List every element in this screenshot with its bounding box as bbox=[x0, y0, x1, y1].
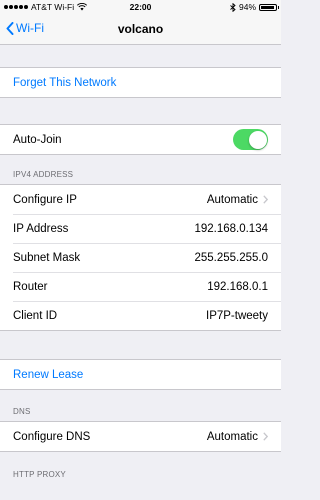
client-id-row: Client ID IP7P-tweety bbox=[0, 301, 281, 330]
status-bar: AT&T Wi-Fi 22:00 94% bbox=[0, 0, 281, 14]
dns-section-header: DNS bbox=[13, 407, 31, 416]
toggle-knob bbox=[248, 130, 267, 149]
forget-network-button[interactable]: Forget This Network bbox=[0, 68, 281, 97]
autojoin-group: Auto-Join bbox=[0, 124, 281, 155]
renew-lease-button[interactable]: Renew Lease bbox=[0, 360, 281, 389]
subnet-mask-value: 255.255.255.0 bbox=[194, 251, 268, 264]
configure-ip-value: Automatic bbox=[206, 193, 258, 206]
chevron-right-icon bbox=[263, 195, 268, 204]
battery-icon bbox=[259, 3, 279, 11]
forget-group: Forget This Network bbox=[0, 67, 281, 98]
renew-group: Renew Lease bbox=[0, 359, 281, 390]
dns-group: Configure DNS Automatic bbox=[0, 421, 281, 452]
page-title: volcano bbox=[117, 22, 164, 36]
battery-fill bbox=[261, 5, 275, 9]
router-label: Router bbox=[13, 280, 48, 293]
configure-ip-value-wrap: Automatic bbox=[207, 194, 268, 206]
configure-dns-label: Configure DNS bbox=[13, 430, 91, 443]
router-value: 192.168.0.1 bbox=[207, 280, 268, 293]
configure-dns-row[interactable]: Configure DNS Automatic bbox=[0, 422, 281, 451]
battery-percent: 94% bbox=[238, 2, 256, 12]
configure-dns-value-wrap: Automatic bbox=[207, 431, 268, 443]
ip-address-label: IP Address bbox=[13, 222, 69, 235]
chevron-right-icon bbox=[263, 432, 268, 441]
autojoin-row: Auto-Join bbox=[0, 125, 281, 154]
ip-address-value: 192.168.0.134 bbox=[194, 222, 268, 235]
configure-ip-label: Configure IP bbox=[13, 193, 77, 206]
autojoin-toggle[interactable] bbox=[233, 129, 268, 150]
autojoin-label: Auto-Join bbox=[13, 133, 62, 146]
ipv4-header-wrap: IPV4 ADDRESS bbox=[0, 155, 281, 184]
navigation-bar: Wi-Fi volcano bbox=[0, 14, 281, 45]
forget-network-label: Forget This Network bbox=[13, 76, 117, 89]
client-id-value: IP7P-tweety bbox=[206, 309, 268, 322]
subnet-mask-label: Subnet Mask bbox=[13, 251, 81, 264]
configure-ip-row[interactable]: Configure IP Automatic bbox=[0, 185, 281, 214]
configure-dns-value: Automatic bbox=[206, 430, 258, 443]
subnet-mask-row: Subnet Mask 255.255.255.0 bbox=[0, 243, 281, 272]
ip-address-row: IP Address 192.168.0.134 bbox=[0, 214, 281, 243]
router-row: Router 192.168.0.1 bbox=[0, 272, 281, 301]
client-id-label: Client ID bbox=[13, 309, 58, 322]
ipv4-group: Configure IP Automatic IP Address 192.16… bbox=[0, 184, 281, 331]
proxy-header-wrap: HTTP PROXY bbox=[0, 452, 281, 484]
ipv4-section-header: IPV4 ADDRESS bbox=[13, 170, 74, 179]
dns-header-wrap: DNS bbox=[0, 390, 281, 421]
http-proxy-section-header: HTTP PROXY bbox=[13, 470, 66, 479]
bluetooth-icon bbox=[230, 2, 236, 12]
renew-lease-label: Renew Lease bbox=[13, 368, 84, 381]
status-right: 94% bbox=[230, 0, 279, 14]
